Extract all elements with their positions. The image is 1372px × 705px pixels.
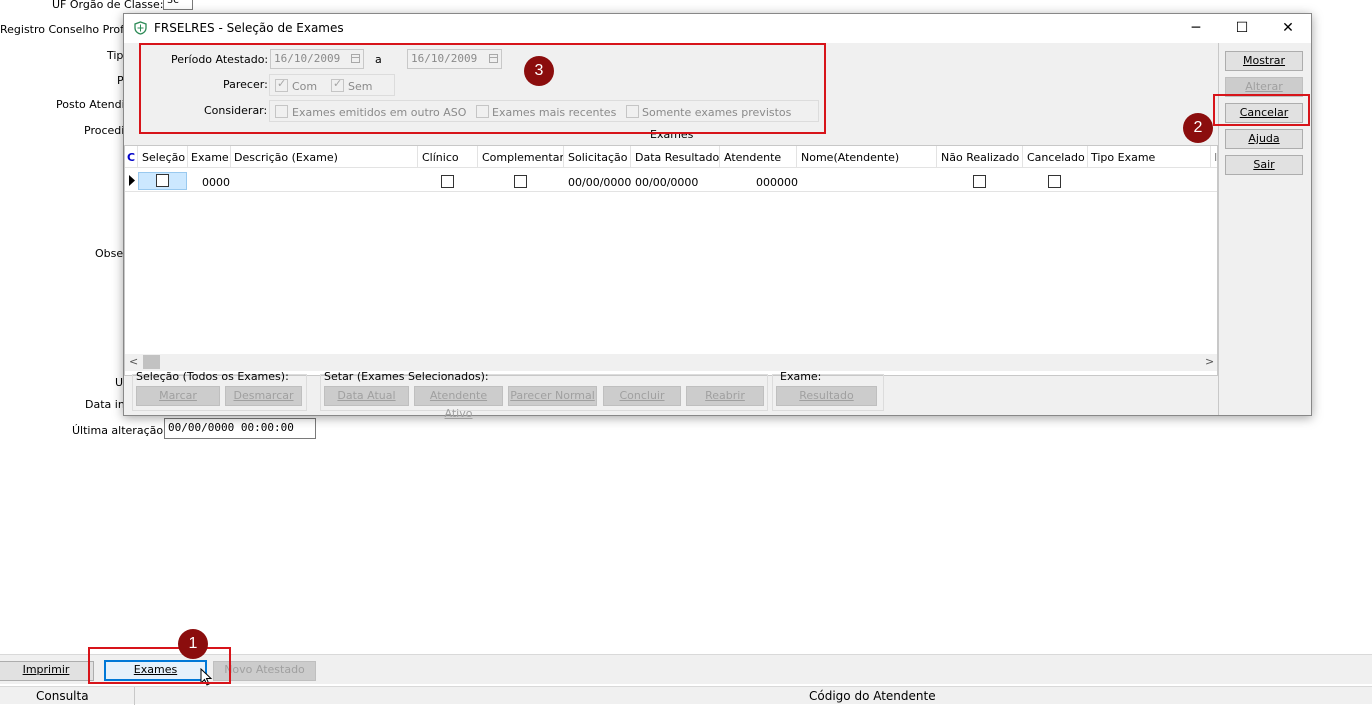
registro-label: Registro Conselho Profis: [0, 23, 133, 36]
horizontal-scrollbar[interactable]: < >: [125, 354, 1217, 371]
row-exame: 0000: [202, 176, 230, 189]
annotation-badge-2: 2: [1183, 113, 1213, 143]
annotation-rect-2: [1213, 94, 1310, 126]
parecer-normal-button[interactable]: Parecer Normal: [508, 386, 597, 406]
maximize-button[interactable]: ☐: [1219, 14, 1265, 43]
desmarcar-label: Desmarcar: [233, 389, 294, 402]
reabrir-label: Reabrir: [705, 389, 745, 402]
imprimir-button[interactable]: Imprimir: [0, 661, 94, 681]
ajuda-label: Ajuda: [1248, 132, 1280, 145]
dialog-title: FRSELRES - Seleção de Exames: [154, 21, 344, 35]
col-selecao[interactable]: Seleção: [142, 151, 185, 164]
uf-input[interactable]: SC: [163, 0, 193, 10]
col-exame[interactable]: Exame: [191, 151, 229, 164]
row-cancelado-checkbox[interactable]: [1048, 175, 1061, 188]
alterar-label: Alterar: [1245, 80, 1283, 93]
tipo-label: Tip: [107, 49, 124, 62]
row-solicitacao: 00/00/0000: [568, 176, 632, 189]
status-field-hint: Código do Atendente: [809, 689, 936, 703]
u-label: U: [115, 376, 124, 389]
status-bar: Consulta Código do Atendente: [0, 686, 1372, 705]
row-indicator-icon: [129, 175, 135, 186]
atendente-ativo-label: Atendente Ativo: [429, 389, 488, 420]
sair-button[interactable]: Sair: [1225, 155, 1303, 175]
row-data-resultado: 00/00/0000: [635, 176, 699, 189]
grid-header: C Seleção Exame Descrição (Exame) Clínic…: [125, 146, 1217, 168]
annotation-rect-1: [88, 647, 231, 684]
status-mode: Consulta: [36, 689, 89, 703]
desmarcar-button[interactable]: Desmarcar: [225, 386, 302, 406]
atendente-ativo-button[interactable]: Atendente Ativo: [414, 386, 503, 420]
resultado-label: Resultado: [799, 389, 854, 402]
close-button[interactable]: ✕: [1265, 14, 1311, 43]
uf-orgao-label: UF Orgão de Classe:: [52, 0, 164, 11]
col-descricao[interactable]: Descrição (Exame): [234, 151, 338, 164]
annotation-rect-3: [139, 43, 826, 134]
mostrar-label: Mostrar: [1242, 54, 1286, 67]
col-nao-realizado[interactable]: Não Realizado: [941, 151, 1019, 164]
exame-group-title: Exame:: [780, 370, 822, 383]
scroll-thumb[interactable]: [143, 355, 160, 369]
col-nome-atendente[interactable]: Nome(Atendente): [801, 151, 899, 164]
row-atendente: 000000: [756, 176, 798, 189]
row-complementar-checkbox[interactable]: [514, 175, 527, 188]
data-atual-button[interactable]: Data Atual: [324, 386, 409, 406]
col-tipo-exame[interactable]: Tipo Exame: [1091, 151, 1155, 164]
col-clinico[interactable]: Clínico: [422, 151, 459, 164]
selected-cell[interactable]: [138, 172, 187, 190]
dialog-titlebar: FRSELRES - Seleção de Exames ─ ☐ ✕: [124, 14, 1311, 43]
scroll-left-icon[interactable]: <: [129, 355, 138, 368]
col-solicitacao[interactable]: Solicitação: [568, 151, 628, 164]
sair-label: Sair: [1253, 158, 1275, 171]
col-complementar[interactable]: Complementar: [482, 151, 564, 164]
scroll-right-icon[interactable]: >: [1205, 355, 1214, 368]
novo-atestado-label: Novo Atestado: [224, 663, 305, 676]
reabrir-button[interactable]: Reabrir: [686, 386, 764, 406]
imprimir-label: Imprimir: [22, 663, 70, 676]
ultima-alteracao-label: Última alteração:: [72, 424, 167, 437]
posto-label: Posto Atendi: [56, 98, 125, 111]
col-more[interactable]: I: [1214, 151, 1217, 164]
ajuda-button[interactable]: Ajuda: [1225, 129, 1303, 149]
marcar-button[interactable]: Marcar: [136, 386, 220, 406]
selecao-group-title: Seleção (Todos os Exames):: [136, 370, 289, 383]
shield-icon: [134, 21, 147, 35]
col-atendente[interactable]: Atendente: [724, 151, 781, 164]
exames-grid: C Seleção Exame Descrição (Exame) Clínic…: [124, 145, 1218, 376]
mostrar-button[interactable]: Mostrar: [1225, 51, 1303, 71]
minimize-button[interactable]: ─: [1173, 14, 1219, 43]
resultado-button[interactable]: Resultado: [776, 386, 877, 406]
setar-group-title: Setar (Exames Selecionados):: [324, 370, 489, 383]
procedimento-label: Procedi: [84, 124, 125, 137]
marcar-label: Marcar: [159, 389, 197, 402]
annotation-badge-3: 3: [524, 56, 554, 86]
row-clinico-checkbox[interactable]: [441, 175, 454, 188]
data-atual-label: Data Atual: [337, 389, 396, 402]
col-cancelado[interactable]: Cancelado: [1027, 151, 1085, 164]
ultima-alteracao-field: 00/00/0000 00:00:00: [164, 418, 316, 439]
maximize-icon: ☐: [1235, 20, 1249, 36]
annotation-badge-1: 1: [178, 629, 208, 659]
row-nao-realizado-checkbox[interactable]: [973, 175, 986, 188]
col-data-resultado[interactable]: Data Resultado: [635, 151, 719, 164]
concluir-button[interactable]: Concluir: [603, 386, 681, 406]
row-selecao-checkbox[interactable]: [156, 174, 169, 187]
data-in-label: Data in: [85, 398, 125, 411]
minimize-icon: ─: [1191, 20, 1201, 36]
concluir-label: Concluir: [619, 389, 665, 402]
parecer-normal-label: Parecer Normal: [510, 389, 595, 402]
close-icon: ✕: [1282, 20, 1294, 36]
col-c[interactable]: C: [127, 151, 135, 164]
observacao-label: Obse: [95, 247, 124, 260]
